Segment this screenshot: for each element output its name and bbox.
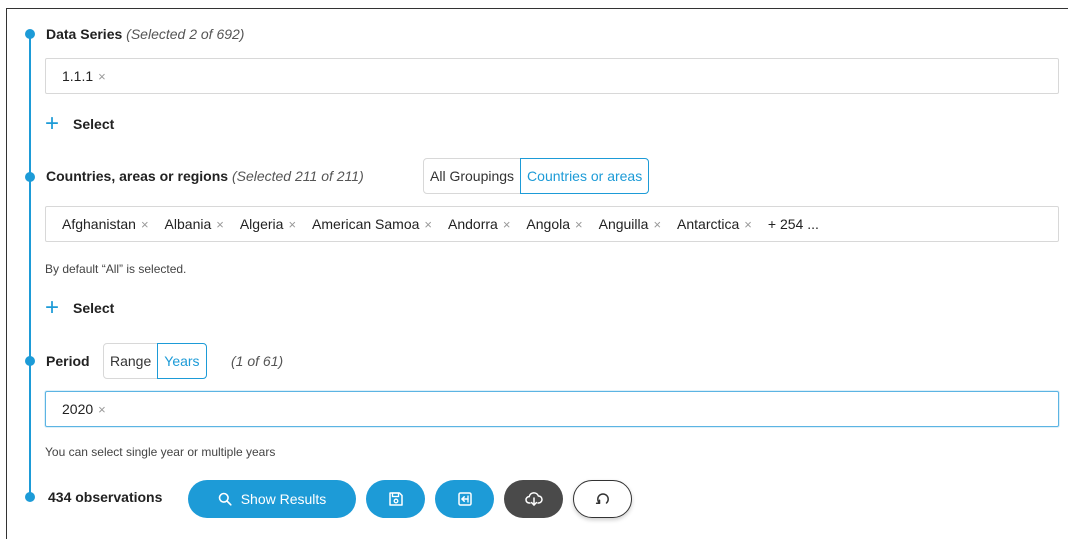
tag-remove-icon[interactable]: × — [98, 402, 106, 417]
tag-remove-icon[interactable]: × — [424, 217, 432, 232]
tag-remove-icon[interactable]: × — [503, 217, 511, 232]
toggle-all-groupings[interactable]: All Groupings — [423, 158, 522, 194]
data-series-heading: Data Series (Selected 2 of 692) — [46, 26, 244, 42]
tag-label: Anguilla — [598, 216, 649, 232]
plus-icon: + — [45, 110, 60, 137]
tag: Antarctica × — [677, 216, 752, 232]
tag-remove-icon[interactable]: × — [288, 217, 296, 232]
tag-remove-icon[interactable]: × — [98, 69, 106, 84]
toggle-years[interactable]: Years — [157, 343, 207, 379]
period-toggle-group: Range Years — [103, 343, 207, 379]
reset-icon — [595, 491, 611, 507]
toggle-countries-or-areas[interactable]: Countries or areas — [520, 158, 650, 194]
tag: Afghanistan × — [62, 216, 149, 232]
tag-label: Algeria — [239, 216, 284, 232]
select-label: Select — [73, 300, 115, 316]
timeline-dot — [25, 492, 35, 502]
timeline-dot — [25, 356, 35, 366]
data-series-count: (Selected 2 of 692) — [126, 26, 245, 42]
period-hint: You can select single year or multiple y… — [45, 445, 276, 459]
tag-remove-icon[interactable]: × — [653, 217, 661, 232]
reset-button[interactable] — [573, 480, 632, 518]
download-button[interactable] — [504, 480, 563, 518]
cloud-download-icon — [524, 491, 543, 507]
save-icon — [388, 491, 404, 507]
tag-remove-icon[interactable]: × — [744, 217, 752, 232]
countries-count: (Selected 211 of 211) — [231, 168, 364, 184]
toggle-range[interactable]: Range — [103, 343, 159, 379]
export-button[interactable] — [435, 480, 494, 518]
tag-label: Angola — [526, 216, 571, 232]
select-label: Select — [73, 116, 115, 132]
tag-label: American Samoa — [312, 216, 420, 232]
tag-label: 2020 — [62, 401, 94, 417]
countries-input[interactable]: Afghanistan × Albania × Algeria × Americ… — [45, 206, 1059, 242]
timeline-line — [29, 32, 31, 497]
search-icon — [218, 492, 232, 506]
period-label: Period — [46, 353, 90, 369]
timeline-dot — [25, 172, 35, 182]
tag-remove-icon[interactable]: × — [575, 217, 583, 232]
data-series-input[interactable]: 1.1.1 × — [45, 58, 1059, 94]
tag-label: Antarctica — [677, 216, 740, 232]
show-results-label: Show Results — [240, 491, 327, 507]
tag-label: Afghanistan — [62, 216, 136, 232]
countries-heading: Countries, areas or regions (Selected 21… — [46, 168, 364, 184]
tag: Albania × — [165, 216, 224, 232]
tag: Angola × — [526, 216, 582, 232]
tag: Algeria × — [240, 216, 296, 232]
period-count: (1 of 61) — [231, 353, 284, 369]
data-series-select-button[interactable]: + Select — [45, 112, 114, 136]
timeline-dot — [25, 29, 35, 39]
tag-remove-icon[interactable]: × — [216, 217, 224, 232]
save-button[interactable] — [366, 480, 425, 518]
observations-count: 434 observations — [48, 489, 163, 505]
more-tags-link[interactable]: + 254 ... — [768, 216, 819, 232]
tag-remove-icon[interactable]: × — [141, 217, 149, 232]
countries-toggle-group: All Groupings Countries or areas — [423, 158, 650, 194]
tag: 2020 × — [62, 401, 106, 417]
show-results-button[interactable]: Show Results — [188, 480, 356, 518]
tag-label: 1.1.1 — [62, 68, 94, 84]
tag-label: Andorra — [448, 216, 498, 232]
countries-hint: By default “All” is selected. — [45, 262, 187, 276]
data-series-label: Data Series — [46, 26, 123, 42]
tag: American Samoa × — [312, 216, 432, 232]
countries-select-button[interactable]: + Select — [45, 296, 114, 320]
period-input[interactable]: 2020 × — [45, 391, 1059, 427]
tag-label: Albania — [164, 216, 212, 232]
export-icon — [457, 491, 473, 507]
countries-label: Countries, areas or regions — [46, 168, 229, 184]
tag: Andorra × — [448, 216, 510, 232]
tag: Anguilla × — [599, 216, 661, 232]
tag: 1.1.1 × — [62, 68, 106, 84]
plus-icon: + — [45, 294, 60, 321]
